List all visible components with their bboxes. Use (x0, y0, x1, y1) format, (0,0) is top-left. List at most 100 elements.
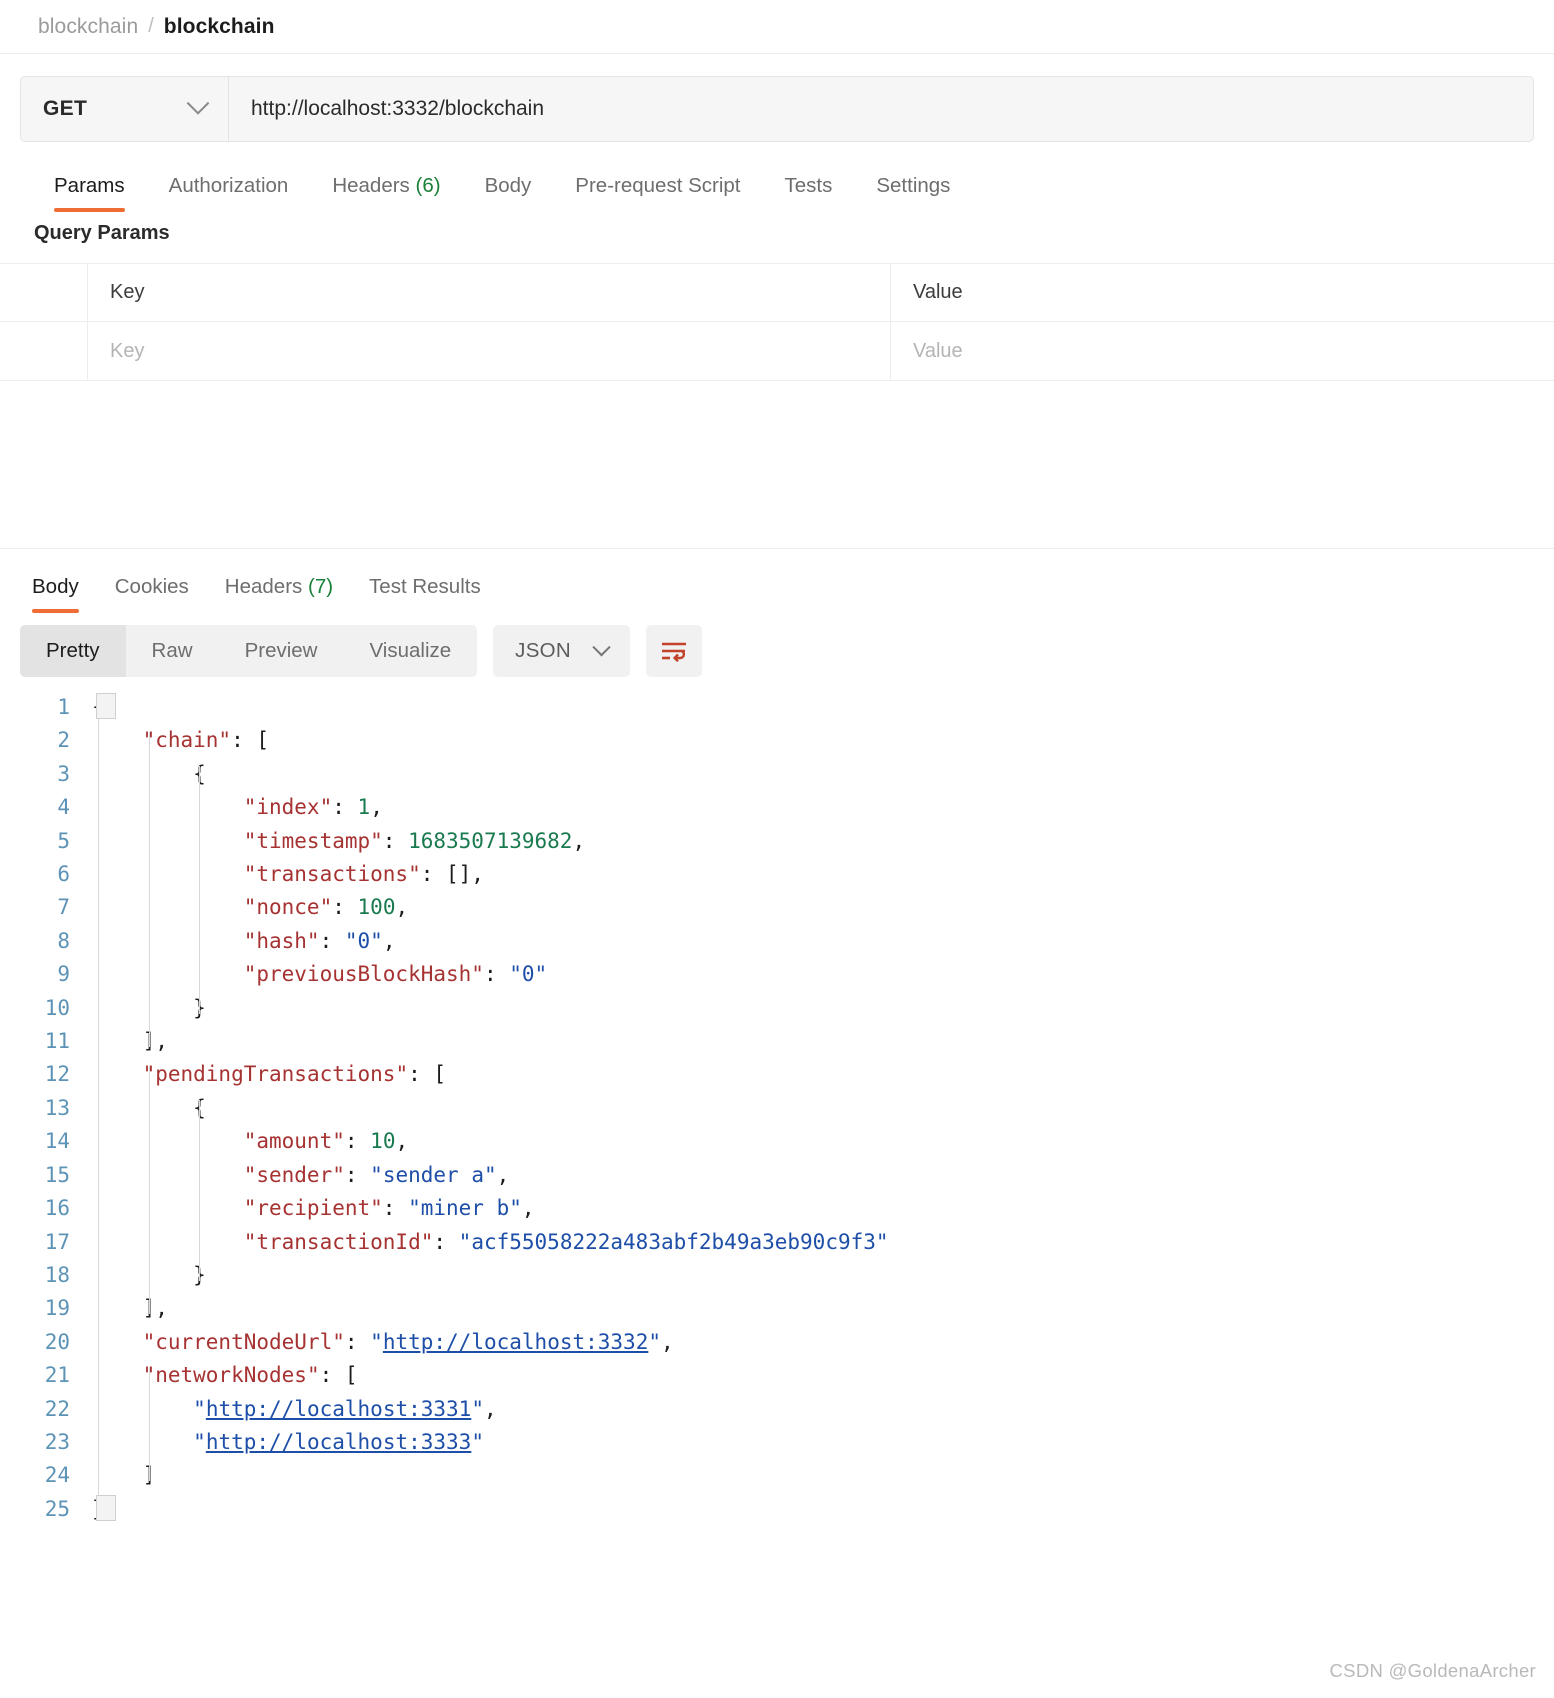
response-tab-cookies[interactable]: Cookies (97, 571, 207, 617)
value-input-placeholder[interactable]: Value (913, 340, 963, 363)
view-mode-pretty[interactable]: Pretty (20, 625, 126, 677)
code-token: : (332, 895, 358, 920)
chevron-down-icon (592, 637, 611, 656)
code-token: { (92, 695, 105, 719)
code-token: " (193, 1396, 206, 1421)
request-tab-params[interactable]: Params (32, 170, 147, 216)
code-token: { (193, 1095, 206, 1120)
code-token: "pendingTransactions" (142, 1062, 409, 1087)
line-number: 25 (44, 1496, 70, 1521)
watermark: CSDN @GoldenaArcher (1329, 1660, 1536, 1681)
response-tab-headers[interactable]: Headers (7) (207, 571, 351, 617)
code-line-text: "transactionId": "acf55058222a483abf2b49… (92, 1226, 889, 1259)
tab-count-badge: (6) (409, 174, 441, 197)
breadcrumb-collection[interactable]: blockchain (38, 15, 138, 39)
code-line-text: "networkNodes": [ (92, 1359, 358, 1392)
code-token: "currentNodeUrl" (142, 1329, 345, 1354)
code-line-text: "index": 1, (92, 791, 383, 824)
tab-count-badge: (7) (302, 575, 334, 598)
code-token: " (471, 1429, 484, 1454)
line-number: 24 (44, 1463, 70, 1488)
request-tab-headers[interactable]: Headers (6) (310, 170, 462, 216)
code-line-text: } (92, 1259, 206, 1292)
line-number: 12 (44, 1062, 70, 1087)
code-token: , (395, 1129, 409, 1154)
code-line: 22 "http://localhost:3331", (0, 1393, 1554, 1426)
code-line-text: { (92, 758, 206, 791)
row-key-cell[interactable]: Key (88, 322, 891, 380)
code-line-text: { (92, 1092, 206, 1125)
request-tab-tests[interactable]: Tests (763, 170, 855, 216)
code-token: : (433, 1229, 459, 1254)
code-token: "transactionId" (243, 1229, 434, 1254)
view-mode-visualize[interactable]: Visualize (343, 625, 477, 677)
word-wrap-button[interactable] (646, 625, 703, 677)
code-line-text: } (92, 1493, 105, 1526)
line-number: 14 (44, 1129, 70, 1154)
code-token: "amount" (243, 1129, 345, 1154)
response-body-toolbar: Pretty Raw Preview Visualize JSON (0, 617, 1554, 677)
http-method-selector[interactable]: GET (21, 77, 229, 141)
code-token: : (344, 1329, 371, 1354)
code-line-text: ], (92, 1292, 168, 1325)
request-url-input[interactable]: http://localhost:3332/blockchain (229, 77, 1533, 141)
code-link[interactable]: http://localhost:3332 (383, 1330, 649, 1354)
response-tab-body[interactable]: Body (14, 571, 97, 617)
header-value-cell: Value (891, 264, 1554, 321)
code-line: 8 "hash": "0", (0, 925, 1554, 958)
code-token: , (521, 1196, 535, 1221)
code-line: 17 "transactionId": "acf55058222a483abf2… (0, 1226, 1554, 1259)
header-key-cell: Key (88, 264, 891, 321)
word-wrap-icon (662, 642, 687, 663)
code-line: 25} (0, 1493, 1554, 1526)
code-token: "previousBlockHash" (243, 962, 484, 987)
code-token: : (344, 1162, 371, 1187)
code-line: 16 "recipient": "miner b", (0, 1192, 1554, 1225)
code-line-text: "timestamp": 1683507139682, (92, 825, 585, 858)
code-token: "sender" (243, 1162, 345, 1187)
key-input-placeholder[interactable]: Key (110, 340, 144, 363)
chevron-down-icon (186, 92, 210, 115)
code-line: 14 "amount": 10, (0, 1125, 1554, 1158)
code-token: ], (142, 1029, 168, 1054)
request-tab-settings[interactable]: Settings (854, 170, 972, 216)
view-mode-raw[interactable]: Raw (126, 625, 219, 677)
code-token: "acf55058222a483abf2b49a3eb90c9f3" (458, 1229, 889, 1254)
view-mode-preview[interactable]: Preview (219, 625, 344, 677)
request-tab-pre-request-script[interactable]: Pre-request Script (553, 170, 762, 216)
code-line: 11 ], (0, 1025, 1554, 1058)
request-tab-authorization[interactable]: Authorization (147, 170, 311, 216)
http-method-label: GET (43, 97, 88, 120)
row-checkbox-cell[interactable] (0, 322, 88, 380)
line-number: 20 (44, 1329, 70, 1354)
code-line: 1{ (0, 691, 1554, 724)
code-link[interactable]: http://localhost:3331 (206, 1397, 472, 1421)
code-token: , (395, 895, 409, 920)
code-token: : (319, 928, 345, 953)
code-line: 13 { (0, 1092, 1554, 1125)
code-line: 6 "transactions": [], (0, 858, 1554, 891)
code-link[interactable]: http://localhost:3333 (206, 1430, 472, 1454)
code-token: 100 (357, 895, 396, 920)
response-view-mode-group: Pretty Raw Preview Visualize (20, 625, 478, 677)
line-number: 9 (57, 962, 70, 987)
query-params-heading: Query Params (34, 222, 170, 244)
line-number: 3 (57, 761, 70, 786)
response-body-code[interactable]: 1{2 "chain": [3 {4 "index": 1, 5 "timesta… (0, 677, 1554, 1526)
header-checkbox-cell (0, 264, 88, 321)
request-tab-body[interactable]: Body (463, 170, 554, 216)
line-number: 13 (44, 1095, 70, 1120)
code-line-text: "pendingTransactions": [ (92, 1058, 446, 1091)
code-token: "nonce" (243, 895, 333, 920)
code-line: 24 ] (0, 1459, 1554, 1492)
response-format-selector[interactable]: JSON (493, 625, 631, 677)
code-token: : [ (408, 1062, 447, 1087)
code-token: , (382, 928, 396, 953)
line-number: 19 (44, 1296, 70, 1321)
code-token: "transactions" (243, 862, 421, 887)
code-line-text: ], (92, 1025, 168, 1058)
response-tab-test-results[interactable]: Test Results (351, 571, 499, 617)
row-value-cell[interactable]: Value (891, 322, 1554, 380)
breadcrumb-current-request[interactable]: blockchain (164, 15, 275, 39)
code-token: : (382, 1196, 409, 1221)
